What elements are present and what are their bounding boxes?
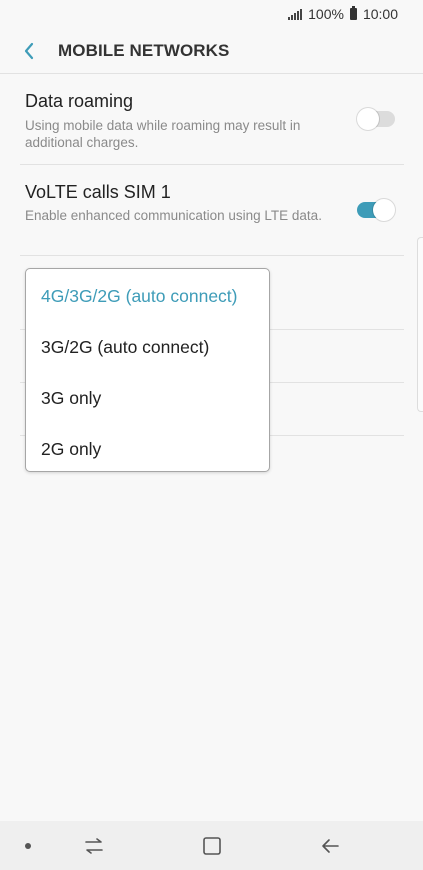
chevron-left-icon — [24, 42, 34, 59]
menu-option[interactable]: 3G only — [41, 388, 101, 409]
page-title: MOBILE NETWORKS — [58, 40, 230, 60]
toggle-knob — [357, 108, 379, 130]
setting-data-roaming[interactable]: Data roaming Using mobile data while roa… — [20, 74, 404, 165]
battery-icon — [349, 6, 357, 20]
setting-description: Using mobile data while roaming may resu… — [25, 118, 301, 150]
battery-percent: 100% — [308, 6, 344, 22]
network-mode-dropdown: 4G/3G/2G (auto connect) 3G/2G (auto conn… — [25, 268, 270, 472]
menu-option[interactable]: 3G/2G (auto connect) — [41, 337, 209, 358]
back-arrow-icon[interactable] — [320, 837, 340, 855]
status-bar: 100% 10:00 — [0, 0, 423, 28]
back-button[interactable] — [0, 28, 58, 74]
recent-apps-icon[interactable] — [84, 837, 104, 855]
navigation-bar — [0, 821, 423, 870]
volte-toggle[interactable] — [357, 199, 395, 221]
menu-option[interactable]: 2G only — [41, 439, 101, 460]
setting-title: VoLTE calls SIM 1 — [25, 182, 171, 202]
setting-volte-sim1[interactable]: VoLTE calls SIM 1 Enable enhanced commun… — [20, 165, 404, 256]
data-roaming-toggle[interactable] — [357, 108, 395, 130]
signal-icon — [288, 8, 303, 20]
setting-title: Data roaming — [25, 91, 134, 111]
status-time: 10:00 — [362, 6, 398, 22]
menu-option-selected[interactable]: 4G/3G/2G (auto connect) — [41, 286, 238, 307]
dot-icon[interactable] — [25, 843, 31, 849]
scrollbar[interactable] — [417, 237, 423, 412]
toggle-knob — [373, 199, 395, 221]
app-bar: MOBILE NETWORKS — [0, 28, 423, 74]
setting-description: Enable enhanced communication using LTE … — [25, 208, 322, 223]
home-icon[interactable] — [202, 836, 222, 856]
